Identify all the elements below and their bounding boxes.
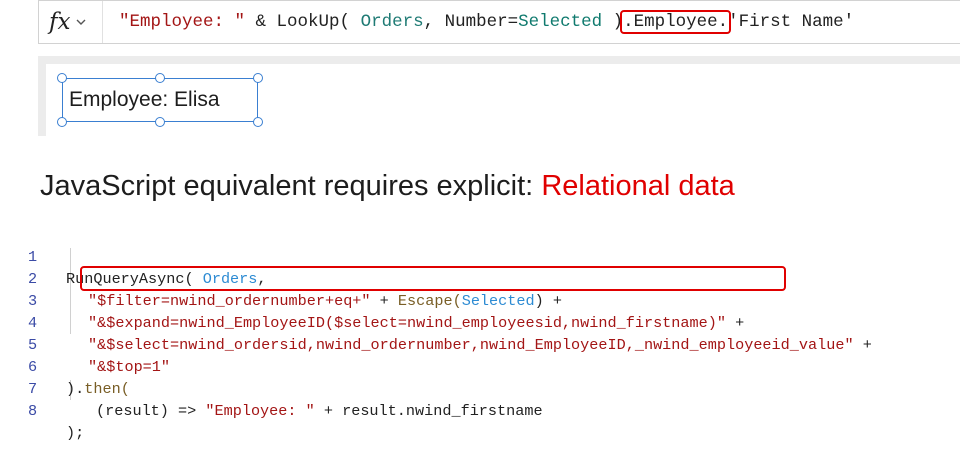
heading-accent: Relational data <box>541 170 735 202</box>
formula-token: & <box>245 12 277 32</box>
function-selector[interactable]: fx <box>39 1 103 43</box>
resize-handle-top-right[interactable] <box>253 73 263 83</box>
resize-handle-top-left[interactable] <box>57 73 67 83</box>
employee-label-text: Employee: Elisa <box>69 88 220 111</box>
formula-token: LookUp( <box>276 12 351 32</box>
code-text: ); <box>66 424 85 442</box>
formula-input[interactable]: "Employee: " & LookUp( Orders, Number=Se… <box>119 10 854 34</box>
resize-handle-bottom-left[interactable] <box>57 117 67 127</box>
formula-token: "Employee: " <box>119 12 246 32</box>
code-line: 8 ); <box>0 378 960 442</box>
expand-highlight <box>80 266 786 291</box>
chevron-down-icon <box>76 19 86 25</box>
fx-icon: fx <box>49 9 71 35</box>
heading-text: JavaScript equivalent requires explicit: <box>40 170 542 202</box>
code-text: (result) => "Employee: " + result.nwind_… <box>96 402 543 420</box>
employee-label-control[interactable]: Employee: Elisa <box>62 78 258 122</box>
formula-token: 'First Name' <box>728 12 855 32</box>
formula-token: Selected <box>518 12 603 32</box>
section-heading: JavaScript equivalent requires explicit:… <box>40 170 735 203</box>
formula-token: , Number= <box>423 12 519 32</box>
code-line: 6 ).then( <box>0 334 960 398</box>
code-line: 2 "$filter=nwind_ordernumber+eq+" + Esca… <box>0 246 960 310</box>
code-line: 4 "&$select=nwind_ordersid,nwind_ordernu… <box>0 290 960 354</box>
line-number: 8 <box>28 402 38 420</box>
formula-highlight: .Employee. <box>620 10 732 34</box>
resize-handle-top-middle[interactable] <box>155 73 165 83</box>
code-line: 1 RunQueryAsync( Orders, <box>0 224 960 288</box>
code-line: 7 (result) => "Employee: " + result.nwin… <box>0 356 960 420</box>
resize-handle-bottom-middle[interactable] <box>155 117 165 127</box>
code-line: 5 "&$top=1" <box>0 312 960 376</box>
formula-bar: fx "Employee: " & LookUp( Orders, Number… <box>38 0 960 44</box>
formula-token: Orders <box>350 12 424 32</box>
resize-handle-bottom-right[interactable] <box>253 117 263 127</box>
